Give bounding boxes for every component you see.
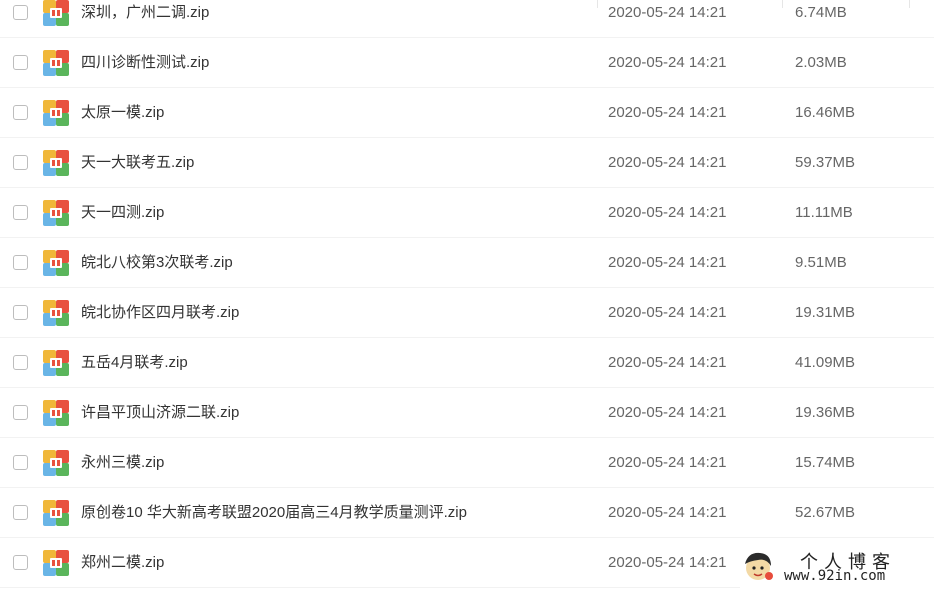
row-checkbox[interactable] bbox=[13, 405, 28, 420]
row-checkbox[interactable] bbox=[13, 105, 28, 120]
watermark-avatar-icon bbox=[740, 548, 776, 584]
file-row[interactable]: 原创卷10 华大新高考联盟2020届高三4月教学质量测评.zip 2020-05-… bbox=[0, 488, 934, 538]
file-size: 11.11MB bbox=[795, 204, 853, 221]
row-checkbox[interactable] bbox=[13, 155, 28, 170]
row-checkbox[interactable] bbox=[13, 55, 28, 70]
zip-archive-icon bbox=[43, 450, 69, 476]
file-date: 2020-05-24 14:21 bbox=[608, 254, 727, 271]
file-date: 2020-05-24 14:21 bbox=[608, 154, 727, 171]
file-name[interactable]: 原创卷10 华大新高考联盟2020届高三4月教学质量测评.zip bbox=[81, 503, 467, 523]
file-row[interactable]: 皖北协作区四月联考.zip 2020-05-24 14:21 19.31MB bbox=[0, 288, 934, 338]
watermark-url: www.92in.com bbox=[784, 568, 886, 584]
file-name[interactable]: 郑州二模.zip bbox=[81, 553, 164, 573]
row-checkbox[interactable] bbox=[13, 505, 28, 520]
file-name[interactable]: 皖北协作区四月联考.zip bbox=[81, 303, 239, 323]
file-date: 2020-05-24 14:21 bbox=[608, 304, 727, 321]
file-name[interactable]: 皖北八校第3次联考.zip bbox=[81, 253, 233, 273]
row-checkbox[interactable] bbox=[13, 455, 28, 470]
file-row[interactable]: 永州三模.zip 2020-05-24 14:21 15.74MB bbox=[0, 438, 934, 488]
file-size: 15.74MB bbox=[795, 454, 856, 471]
zip-archive-icon bbox=[43, 150, 69, 176]
file-date: 2020-05-24 14:21 bbox=[608, 504, 727, 521]
zip-archive-icon bbox=[43, 400, 69, 426]
file-name[interactable]: 天一四测.zip bbox=[81, 203, 164, 223]
file-date: 2020-05-24 14:21 bbox=[608, 454, 727, 471]
file-size: 52.67MB bbox=[795, 504, 856, 521]
file-row[interactable]: 皖北八校第3次联考.zip 2020-05-24 14:21 9.51MB bbox=[0, 238, 934, 288]
row-checkbox[interactable] bbox=[13, 205, 28, 220]
file-list: 深圳，广州二调.zip 2020-05-24 14:21 6.74MB 四川诊断性测… bbox=[0, 0, 934, 588]
file-name[interactable]: 太原一模.zip bbox=[81, 103, 164, 123]
file-row[interactable]: 天一大联考五.zip 2020-05-24 14:21 59.37MB bbox=[0, 138, 934, 188]
file-date: 2020-05-24 14:21 bbox=[608, 404, 727, 421]
file-size: 2.03MB bbox=[795, 54, 847, 71]
file-name[interactable]: 永州三模.zip bbox=[81, 453, 164, 473]
zip-archive-icon bbox=[43, 200, 69, 226]
zip-archive-icon bbox=[43, 350, 69, 376]
zip-archive-icon bbox=[43, 50, 69, 76]
blog-watermark: 个人博客 www.92in.com bbox=[740, 546, 934, 588]
file-date: 2020-05-24 14:21 bbox=[608, 554, 727, 571]
file-size: 16.46MB bbox=[795, 104, 856, 121]
file-name[interactable]: 深圳，广州二调.zip bbox=[81, 3, 209, 23]
file-row[interactable]: 四川诊断性测试.zip 2020-05-24 14:21 2.03MB bbox=[0, 38, 934, 88]
file-name[interactable]: 五岳4月联考.zip bbox=[81, 353, 188, 373]
file-row[interactable]: 五岳4月联考.zip 2020-05-24 14:21 41.09MB bbox=[0, 338, 934, 388]
zip-archive-icon bbox=[43, 550, 69, 576]
file-row[interactable]: 天一四测.zip 2020-05-24 14:21 11.11MB bbox=[0, 188, 934, 238]
file-size: 19.31MB bbox=[795, 304, 856, 321]
row-checkbox[interactable] bbox=[13, 5, 28, 20]
file-row[interactable]: 太原一模.zip 2020-05-24 14:21 16.46MB bbox=[0, 88, 934, 138]
file-size: 19.36MB bbox=[795, 404, 856, 421]
file-date: 2020-05-24 14:21 bbox=[608, 54, 727, 71]
row-checkbox[interactable] bbox=[13, 305, 28, 320]
zip-archive-icon bbox=[43, 300, 69, 326]
zip-archive-icon bbox=[43, 500, 69, 526]
file-size: 41.09MB bbox=[795, 354, 856, 371]
file-row[interactable]: 深圳，广州二调.zip 2020-05-24 14:21 6.74MB bbox=[0, 0, 934, 38]
row-checkbox[interactable] bbox=[13, 355, 28, 370]
file-date: 2020-05-24 14:21 bbox=[608, 4, 727, 21]
file-name[interactable]: 许昌平顶山济源二联.zip bbox=[81, 403, 239, 423]
file-date: 2020-05-24 14:21 bbox=[608, 104, 727, 121]
file-name[interactable]: 四川诊断性测试.zip bbox=[81, 53, 209, 73]
zip-archive-icon bbox=[43, 100, 69, 126]
file-size: 9.51MB bbox=[795, 254, 847, 271]
file-name[interactable]: 天一大联考五.zip bbox=[81, 153, 194, 173]
file-date: 2020-05-24 14:21 bbox=[608, 204, 727, 221]
file-row[interactable]: 许昌平顶山济源二联.zip 2020-05-24 14:21 19.36MB bbox=[0, 388, 934, 438]
file-size: 6.74MB bbox=[795, 4, 847, 21]
zip-archive-icon bbox=[43, 250, 69, 276]
file-size: 59.37MB bbox=[795, 154, 856, 171]
file-date: 2020-05-24 14:21 bbox=[608, 354, 727, 371]
row-checkbox[interactable] bbox=[13, 255, 28, 270]
zip-archive-icon bbox=[43, 0, 69, 26]
row-checkbox[interactable] bbox=[13, 555, 28, 570]
